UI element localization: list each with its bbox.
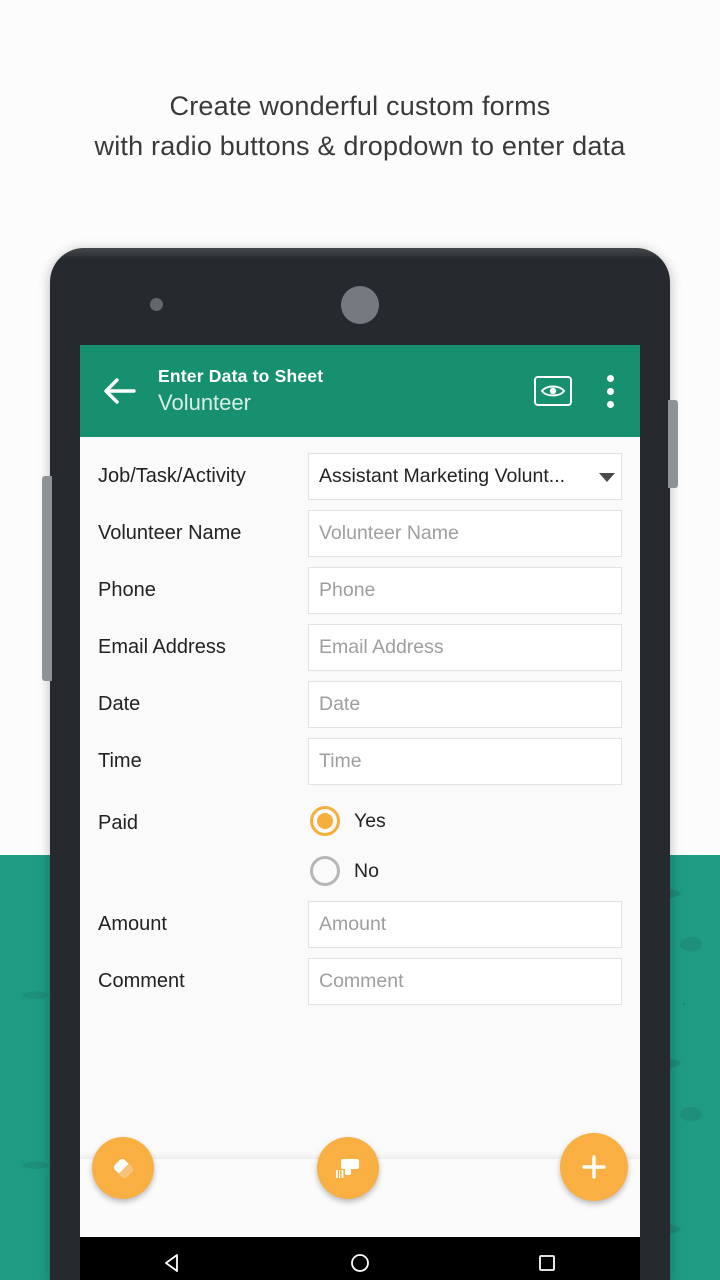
field-label: Job/Task/Activity (98, 465, 246, 487)
form-row-phone: Phone Phone (80, 562, 640, 619)
input-date[interactable]: Date (308, 681, 622, 728)
dropdown-job-task-activity[interactable]: Assistant Marketing Volunt... (308, 453, 622, 500)
front-camera-icon (341, 286, 379, 324)
field-label: Comment (98, 970, 185, 992)
input-placeholder: Date (319, 693, 361, 715)
field-label: Phone (98, 579, 156, 601)
input-placeholder: Amount (319, 913, 387, 935)
promo-headline: Create wonderful custom forms with radio… (94, 91, 626, 161)
data-entry-form: Job/Task/Activity Assistant Marketing Vo… (80, 437, 640, 1237)
eraser-icon (113, 1158, 133, 1178)
form-row-comment: Comment Comment (80, 953, 640, 1010)
back-button[interactable] (98, 368, 144, 414)
radio-option-no[interactable]: No (310, 846, 622, 896)
recents-square-icon[interactable] (527, 1243, 567, 1280)
more-vertical-icon[interactable] (598, 374, 622, 408)
clear-form-fab[interactable] (92, 1137, 154, 1199)
input-placeholder: Comment (319, 970, 404, 992)
app-bar-titles: Enter Data to Sheet Volunteer (154, 365, 534, 417)
radio-label: Yes (354, 809, 386, 832)
power-button[interactable] (668, 400, 678, 488)
input-email-address[interactable]: Email Address (308, 624, 622, 671)
input-placeholder: Email Address (319, 636, 444, 658)
dropdown-value: Assistant Marketing Volunt... (319, 465, 566, 487)
radio-label: No (354, 859, 379, 882)
field-label: Paid (98, 812, 139, 834)
input-amount[interactable]: Amount (308, 901, 622, 948)
form-row-date: Date Date (80, 676, 640, 733)
input-phone[interactable]: Phone (308, 567, 622, 614)
form-row-amount: Amount Amount (80, 896, 640, 953)
android-navigation-bar (80, 1237, 640, 1280)
home-circle-icon[interactable] (340, 1243, 380, 1280)
back-triangle-icon[interactable] (153, 1243, 193, 1280)
radio-option-yes[interactable]: Yes (310, 796, 622, 846)
barcode-scan-fab[interactable] (317, 1137, 379, 1199)
add-record-fab[interactable] (560, 1133, 628, 1201)
volume-button[interactable] (42, 476, 52, 681)
field-label: Email Address (98, 636, 226, 658)
phone-mockup: Enter Data to Sheet Volunteer Job/Task/A… (42, 248, 678, 1280)
radio-unselected-icon (310, 856, 340, 886)
app-bar-subtitle: Volunteer (158, 390, 251, 415)
eye-icon[interactable] (534, 376, 572, 406)
form-row-email-address: Email Address Email Address (80, 619, 640, 676)
form-row-job-task-activity: Job/Task/Activity Assistant Marketing Vo… (80, 448, 640, 505)
input-comment[interactable]: Comment (308, 958, 622, 1005)
barcode-scanner-icon (336, 1159, 359, 1178)
input-volunteer-name[interactable]: Volunteer Name (308, 510, 622, 557)
bezel-highlight (50, 248, 670, 260)
input-placeholder: Phone (319, 579, 376, 601)
input-placeholder: Time (319, 750, 362, 772)
field-label: Amount (98, 913, 167, 935)
form-top-spacer (80, 437, 640, 448)
plus-icon (582, 1155, 606, 1179)
input-placeholder: Volunteer Name (319, 522, 459, 544)
bottom-action-bar (80, 1133, 640, 1237)
form-row-paid: Paid Yes No (80, 790, 640, 896)
phone-screen: Enter Data to Sheet Volunteer Job/Task/A… (80, 345, 640, 1237)
screenshot-root: Create wonderful custom forms with radio… (0, 0, 720, 1280)
field-label: Time (98, 750, 142, 772)
app-bar-title: Enter Data to Sheet (158, 366, 324, 386)
chevron-down-icon (599, 472, 615, 482)
form-row-time: Time Time (80, 733, 640, 790)
field-label: Date (98, 693, 141, 715)
proximity-sensor-icon (150, 298, 163, 311)
radio-group-paid: Yes No (308, 796, 622, 896)
field-label: Volunteer Name (98, 522, 242, 544)
radio-selected-icon (310, 806, 340, 836)
app-bar: Enter Data to Sheet Volunteer (80, 345, 640, 437)
form-row-volunteer-name: Volunteer Name Volunteer Name (80, 505, 640, 562)
input-time[interactable]: Time (308, 738, 622, 785)
